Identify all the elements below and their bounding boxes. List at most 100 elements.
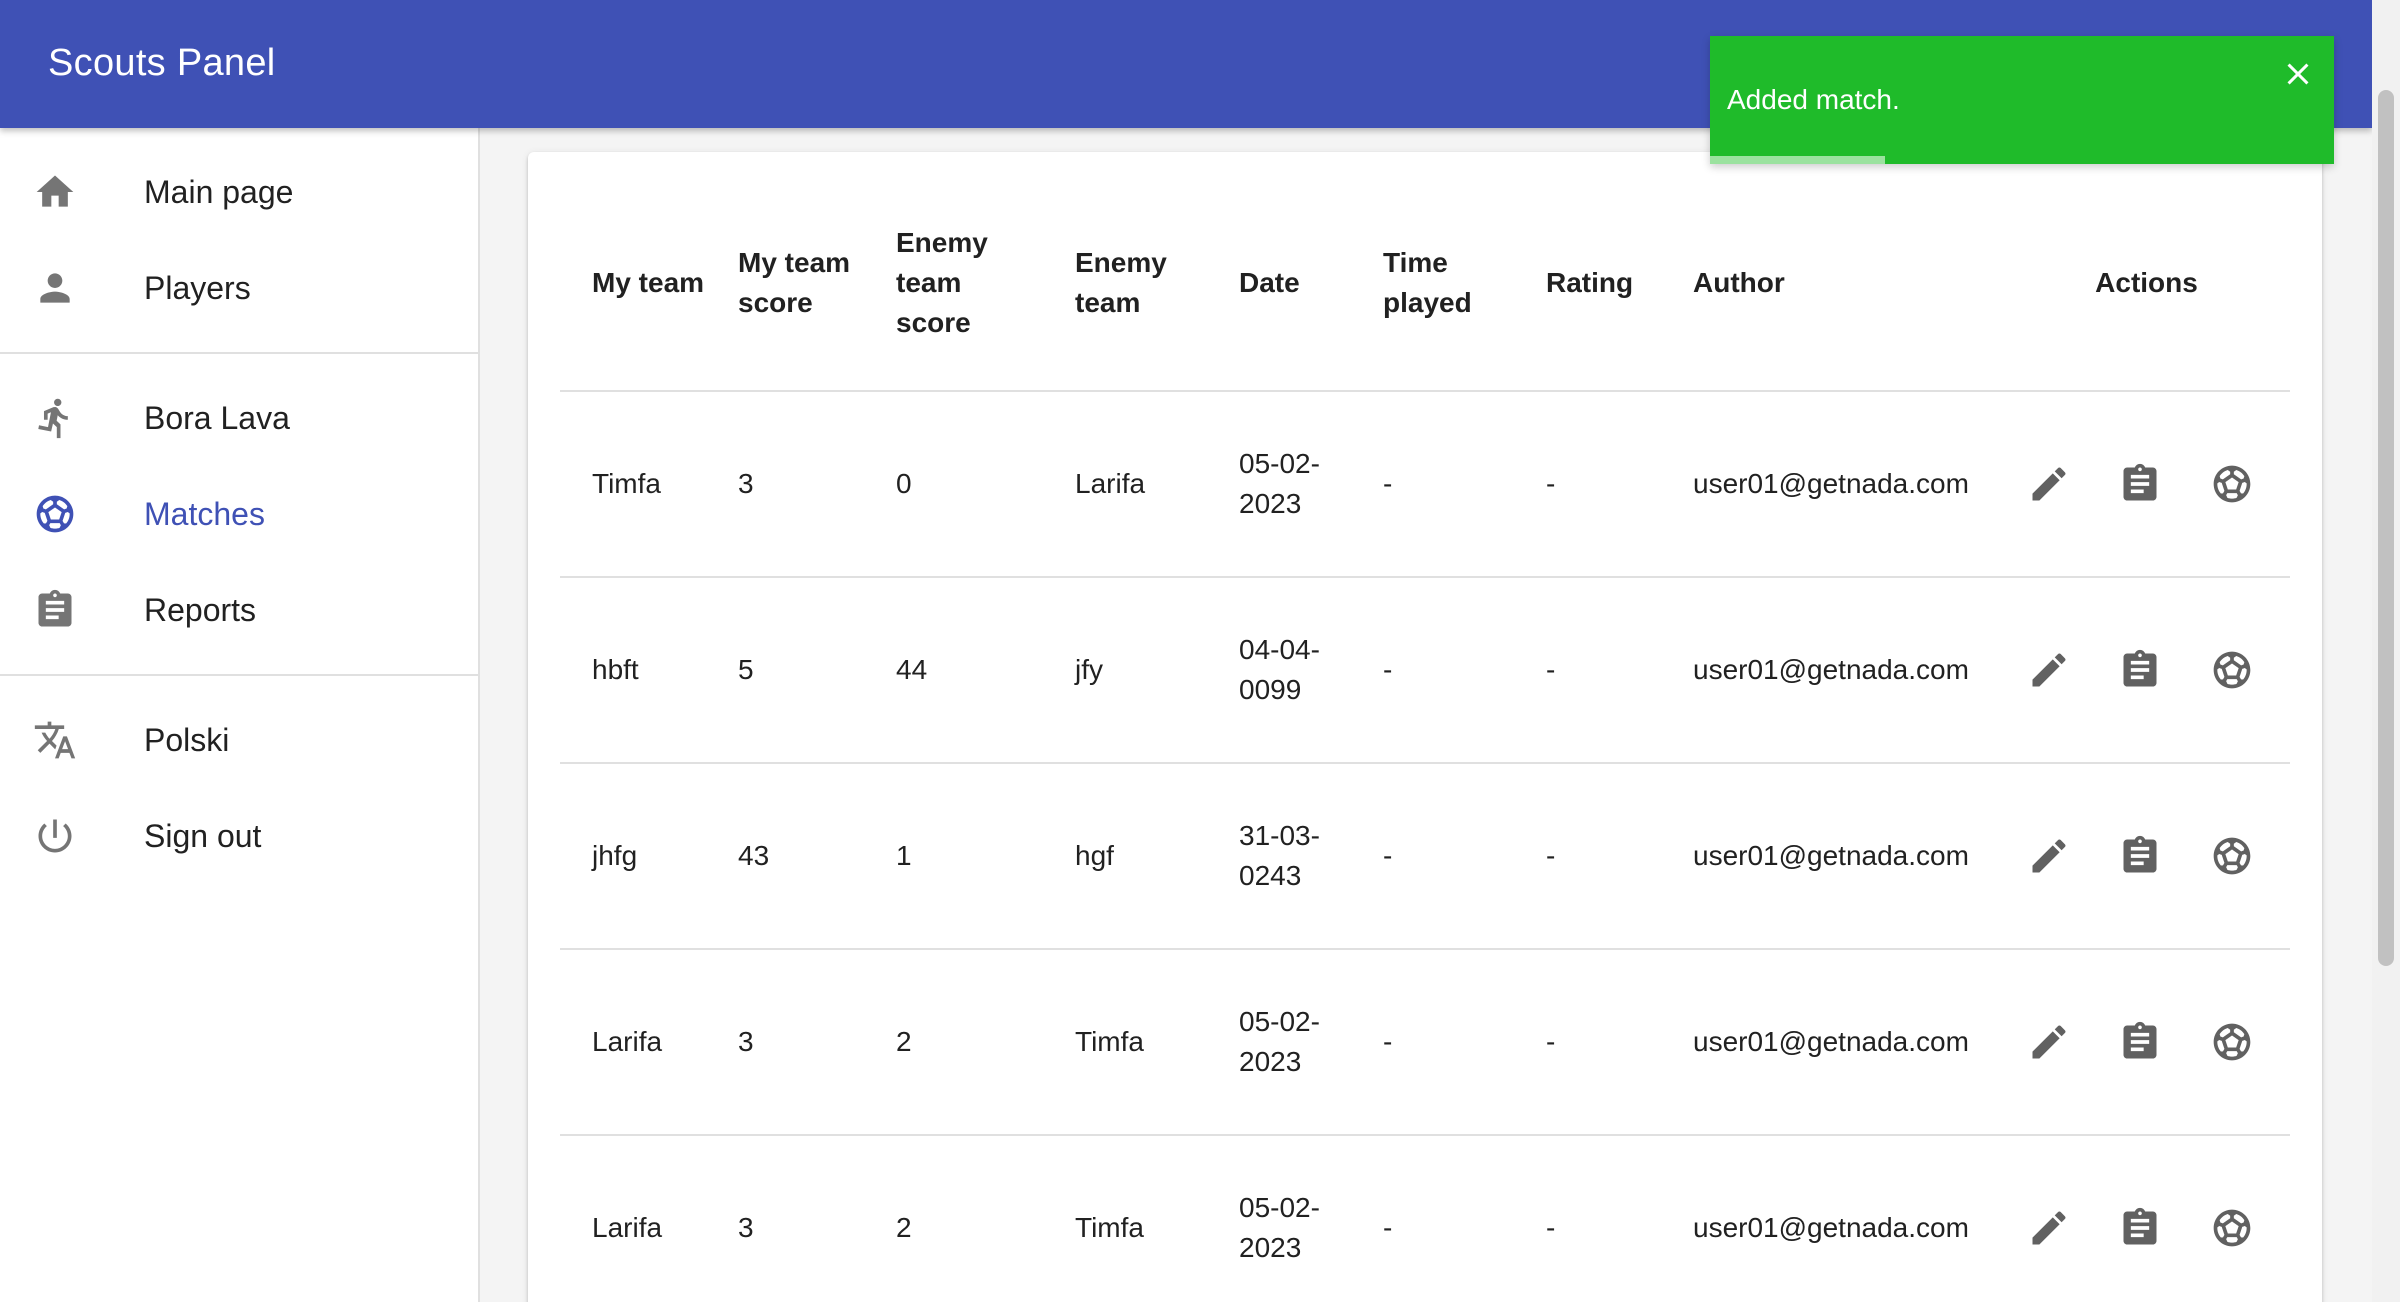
assignment-icon (2118, 1020, 2162, 1064)
cell-my-team: jhfg (560, 763, 706, 950)
cell-my-team-score: 43 (706, 763, 864, 950)
sidebar-item-matches[interactable]: Matches (0, 466, 478, 562)
assignment-icon (33, 588, 77, 632)
home-icon (33, 170, 77, 214)
cell-enemy-team-score: 1 (864, 763, 1043, 950)
cell-actions (2003, 763, 2290, 950)
sidebar-item-reports[interactable]: Reports (0, 562, 478, 658)
assignment-icon (2118, 462, 2162, 506)
table-row: Larifa 3 2 Timfa 05-02-2023- - user01@getnada.… (560, 949, 2290, 1136)
sidebar-item-main-page[interactable]: Main page (0, 144, 478, 240)
match-reports-button[interactable] (2095, 622, 2187, 718)
person-icon (33, 266, 77, 310)
snackbar-progress-bar (1710, 156, 1885, 164)
header-my-team-score[interactable]: My team score (706, 176, 864, 392)
cell-enemy-team: Timfa (1043, 1135, 1207, 1302)
match-reports-button[interactable] (2095, 1180, 2187, 1276)
cell-enemy-team: jfy (1043, 577, 1207, 764)
edit-match-button[interactable] (2003, 1180, 2095, 1276)
soccer-ball-icon (2210, 1020, 2254, 1064)
translate-icon (33, 718, 77, 762)
cell-my-team-score: 5 (706, 577, 864, 764)
pencil-icon (2027, 834, 2071, 878)
header-actions: Actions (2003, 176, 2290, 392)
match-details-button[interactable] (2186, 1180, 2278, 1276)
table-row: jhfg 43 1 hgf 31-03-0243- - user01@getnada.com (560, 763, 2290, 950)
sidebar-item-sign-out[interactable]: Sign out (0, 788, 478, 884)
table-header-row: My team My team score Enemy team score E… (560, 176, 2290, 392)
cell-enemy-team-score: 0 (864, 391, 1043, 578)
pencil-icon (2027, 1020, 2071, 1064)
match-details-button[interactable] (2186, 436, 2278, 532)
matches-table: My team My team score Enemy team score E… (560, 176, 2290, 1302)
cell-my-team-score: 3 (706, 1135, 864, 1302)
run-icon (33, 396, 77, 440)
cell-actions (2003, 391, 2290, 578)
sidebar-item-label: Players (144, 270, 251, 306)
edit-match-button[interactable] (2003, 808, 2095, 904)
cell-actions (2003, 577, 2290, 764)
sidebar-item-label: Matches (144, 496, 265, 532)
close-icon[interactable] (2280, 56, 2316, 92)
snackbar-message: Added match. (1727, 84, 1900, 115)
cell-enemy-team: hgf (1043, 763, 1207, 950)
sidebar-item-players[interactable]: Players (0, 240, 478, 336)
header-enemy-team-score[interactable]: Enemy team score (864, 176, 1043, 392)
page-scrollbar-thumb[interactable] (2378, 90, 2394, 966)
match-reports-button[interactable] (2095, 808, 2187, 904)
cell-author: user01@getnada.com (1661, 391, 2003, 578)
cell-date: 05-02-2023 (1207, 949, 1351, 1136)
edit-match-button[interactable] (2003, 436, 2095, 532)
match-reports-button[interactable] (2095, 436, 2187, 532)
cell-rating: - (1514, 577, 1661, 764)
cell-enemy-team-score: 2 (864, 1135, 1043, 1302)
cell-my-team: hbft (560, 577, 706, 764)
cell-my-team: Larifa (560, 1135, 706, 1302)
assignment-icon (2118, 834, 2162, 878)
assignment-icon (2118, 648, 2162, 692)
sidebar-item-label: Main page (144, 174, 294, 210)
match-reports-button[interactable] (2095, 994, 2187, 1090)
edit-match-button[interactable] (2003, 994, 2095, 1090)
table-row: hbft 5 44 jfy 04-04-0099- - user01@getnada.com (560, 577, 2290, 764)
cell-time-played: - (1351, 577, 1514, 764)
cell-actions (2003, 1135, 2290, 1302)
match-details-button[interactable] (2186, 622, 2278, 718)
header-rating[interactable]: Rating (1514, 176, 1661, 392)
cell-my-team-score: 3 (706, 949, 864, 1136)
cell-enemy-team: Larifa (1043, 391, 1207, 578)
pencil-icon (2027, 648, 2071, 692)
sidebar: Main page Players Bora Lava Matches Reports… (0, 128, 480, 1302)
cell-rating: - (1514, 1135, 1661, 1302)
snackbar-notification: Added match. (1710, 36, 2334, 164)
sidebar-item-label: Bora Lava (144, 400, 290, 436)
cell-time-played: - (1351, 949, 1514, 1136)
sidebar-item-label: Polski (144, 722, 230, 758)
cell-time-played: - (1351, 763, 1514, 950)
header-author[interactable]: Author (1661, 176, 2003, 392)
header-time-played[interactable]: Time played (1351, 176, 1514, 392)
matches-table-card: My team My team score Enemy team score E… (528, 152, 2322, 1302)
cell-actions (2003, 949, 2290, 1136)
sidebar-item-language[interactable]: Polski (0, 692, 478, 788)
header-enemy-team[interactable]: Enemy team (1043, 176, 1207, 392)
cell-rating: - (1514, 763, 1661, 950)
cell-author: user01@getnada.com (1661, 1135, 2003, 1302)
main-content: My team My team score Enemy team score E… (480, 128, 2372, 1302)
power-icon (33, 814, 77, 858)
cell-rating: - (1514, 949, 1661, 1136)
cell-author: user01@getnada.com (1661, 577, 2003, 764)
sidebar-item-label: Sign out (144, 818, 262, 854)
header-my-team[interactable]: My team (560, 176, 706, 392)
table-row: Larifa 3 2 Timfa 05-02-2023- - user01@getnada.… (560, 1135, 2290, 1302)
sidebar-divider (0, 674, 478, 676)
sidebar-item-label: Reports (144, 592, 257, 628)
header-date[interactable]: Date (1207, 176, 1351, 392)
match-details-button[interactable] (2186, 994, 2278, 1090)
soccer-ball-icon (2210, 834, 2254, 878)
cell-enemy-team: Timfa (1043, 949, 1207, 1136)
edit-match-button[interactable] (2003, 622, 2095, 718)
sidebar-item-bora-lava[interactable]: Bora Lava (0, 370, 478, 466)
match-details-button[interactable] (2186, 808, 2278, 904)
soccer-ball-icon (2210, 462, 2254, 506)
